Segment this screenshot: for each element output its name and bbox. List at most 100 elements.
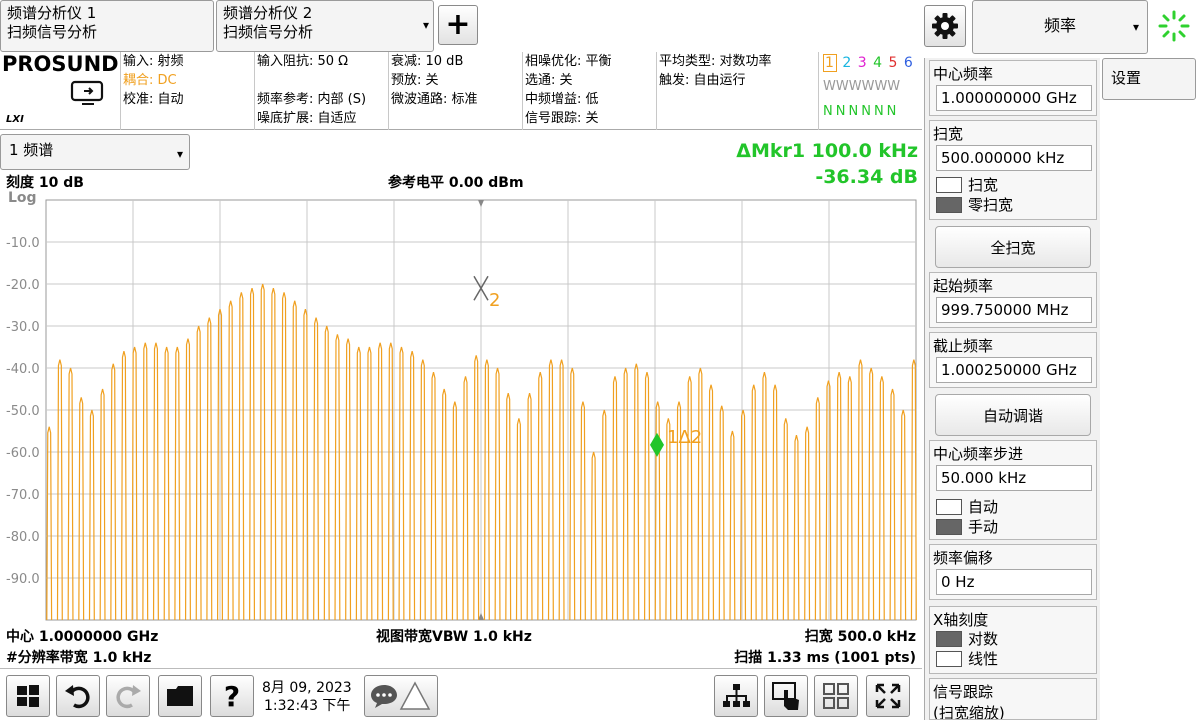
signal-track-softkey[interactable]: 信号跟踪 (扫宽缩放)	[929, 678, 1097, 720]
scale-label: 刻度 10 dB	[6, 175, 84, 191]
span-softkey[interactable]: 扫宽 500.000000 kHz 扫宽 零扫宽	[929, 120, 1097, 220]
tab-analyzer-1[interactable]: 频谱分析仪 1 扫频信号分析	[0, 0, 214, 52]
info-calibration: 校准: 自动	[123, 92, 184, 107]
signal-track-title: 信号跟踪	[933, 683, 994, 701]
stop-freq-input[interactable]: 1.000250000 GHz	[936, 357, 1092, 383]
info-coupling: 耦合: DC	[123, 73, 177, 88]
settings-button[interactable]	[924, 5, 966, 47]
expand-arrows-icon	[875, 683, 901, 709]
brand-logo: PROSUND LXI	[0, 52, 120, 130]
radio-off-icon	[936, 499, 962, 515]
tab-analyzer-2[interactable]: 频谱分析仪 2 扫频信号分析 ▾	[216, 0, 434, 52]
info-mw-path: 微波通路: 标准	[391, 92, 478, 107]
messages-button[interactable]	[364, 675, 438, 717]
trace-det-1: N	[823, 104, 836, 119]
gear-icon	[932, 13, 958, 39]
cf-step-option-auto-label: 自动	[968, 498, 999, 516]
radio-on-icon	[936, 631, 962, 647]
x-scale-option-linear[interactable]: 线性	[936, 649, 998, 669]
x-scale-option-log[interactable]: 对数	[936, 629, 998, 649]
add-tab-button[interactable]: +	[438, 5, 478, 45]
trace-num-1: 1	[823, 54, 837, 72]
center-freq-title: 中心频率	[933, 65, 994, 83]
chevron-down-icon: ▾	[422, 18, 429, 32]
windows-icon	[17, 685, 39, 707]
settings-tab-button[interactable]: 设置	[1102, 58, 1196, 100]
chat-bubble-icon	[371, 685, 397, 708]
touch-button[interactable]	[764, 675, 808, 717]
span-option-zero[interactable]: 零扫宽	[936, 195, 1013, 215]
frequency-menu-dropdown[interactable]: 频率 ▾	[972, 0, 1148, 54]
tab-analyzer-1-subtitle: 扫频信号分析	[7, 23, 98, 41]
grid-layout-icon	[823, 683, 849, 709]
trace-indicator[interactable]: 1 2 3 4 5 6 WWWWWW NNNNNN	[818, 52, 922, 130]
warning-triangle-icon	[399, 681, 431, 710]
radio-off-icon	[936, 177, 962, 193]
undo-icon	[65, 685, 90, 709]
start-freq-input[interactable]: 999.750000 MHz	[936, 297, 1092, 323]
tab-analyzer-2-title: 频谱分析仪 2	[223, 4, 313, 22]
tab-analyzer-2-subtitle: 扫频信号分析	[223, 23, 314, 41]
info-preamp: 预放: 关	[391, 73, 439, 88]
cf-step-option-auto[interactable]: 自动	[936, 497, 998, 517]
info-atten: 衰减: 10 dB	[391, 54, 464, 69]
info-avg-type: 平均类型: 对数功率	[659, 54, 772, 69]
span-input[interactable]: 500.000000 kHz	[936, 145, 1092, 171]
cf-step-softkey[interactable]: 中心频率步进 50.000 kHz 自动 手动	[929, 440, 1097, 540]
y-tick-label: -10.0	[6, 236, 40, 251]
network-button[interactable]	[714, 675, 758, 717]
x-scale-softkey[interactable]: X轴刻度 对数 线性	[929, 606, 1097, 674]
full-span-button[interactable]: 全扫宽	[935, 226, 1091, 268]
trace-det-6: N	[886, 104, 900, 119]
radio-on-icon	[936, 519, 962, 535]
cf-step-option-manual-label: 手动	[968, 518, 999, 536]
center-freq-input[interactable]: 1.000000000 GHz	[936, 85, 1092, 111]
multi-window-button[interactable]	[814, 675, 858, 717]
span-option-swept[interactable]: 扫宽	[936, 175, 998, 195]
trace-det-3: N	[848, 104, 862, 119]
span-label: 扫宽 500.0 kHz	[804, 629, 916, 645]
plus-icon: +	[445, 7, 471, 42]
bottom-toolbar: ? 8月 09, 2023 1:32:43 下午	[0, 668, 922, 720]
frequency-softkey-panel: 中心频率 1.000000000 GHz 扫宽 500.000000 kHz 扫…	[924, 58, 1100, 720]
help-button[interactable]: ?	[210, 675, 254, 717]
auto-tune-button[interactable]: 自动调谐	[935, 394, 1091, 436]
center-freq-softkey[interactable]: 中心频率 1.000000000 GHz	[929, 60, 1097, 116]
window-select-dropdown[interactable]: 1 频谱 ▾	[0, 134, 190, 170]
cf-step-option-manual[interactable]: 手动	[936, 517, 998, 537]
trace-num-2: 2	[842, 55, 853, 71]
info-freq-ref: 频率参考: 内部 (S)	[257, 92, 367, 107]
sweep-label: 扫描 1.33 ms (1001 pts)	[734, 650, 916, 666]
remote-monitor-icon[interactable]	[70, 80, 106, 106]
fullscreen-button[interactable]	[866, 675, 910, 717]
windows-start-button[interactable]	[6, 675, 50, 717]
span-title: 扫宽	[933, 125, 964, 143]
measurement-info-bar: PROSUND LXI 输入: 射频 耦合: DC 校准: 自动 输入阻抗: 5…	[0, 52, 922, 130]
freq-offset-input[interactable]: 0 Hz	[936, 569, 1092, 595]
trace-det-5: N	[873, 104, 887, 119]
freq-offset-softkey[interactable]: 频率偏移 0 Hz	[929, 544, 1097, 600]
undo-button[interactable]	[56, 675, 100, 717]
y-tick-label: -70.0	[6, 488, 40, 503]
info-blank	[257, 71, 388, 90]
info-input: 输入: 射频 耦合: DC 校准: 自动	[120, 52, 254, 130]
frequency-menu-label: 频率	[1043, 16, 1076, 35]
spectrum-plot[interactable]: -10.0 -20.0 -30.0 -40.0 -50.0 -60.0 -70.0 -80.0…	[0, 196, 922, 626]
start-freq-softkey[interactable]: 起始频率 999.750000 MHz	[929, 272, 1097, 328]
y-tick-label: -20.0	[6, 278, 40, 293]
network-icon	[723, 684, 750, 707]
file-manager-button[interactable]	[158, 675, 202, 717]
trace-type-6: W	[887, 79, 901, 94]
trace-type-1: W	[823, 79, 836, 94]
trace-num-4: 4	[873, 55, 884, 71]
trace-type-2: W	[835, 79, 849, 94]
ref-level-label: 参考电平 0.00 dBm	[388, 175, 524, 191]
redo-button[interactable]	[106, 675, 150, 717]
rbw-label: #分辨率带宽 1.0 kHz	[6, 650, 152, 666]
x-scale-title: X轴刻度	[933, 611, 989, 629]
info-attenuation: 衰减: 10 dB 预放: 关 微波通路: 标准	[388, 52, 522, 130]
cf-step-input[interactable]: 50.000 kHz	[936, 465, 1092, 491]
info-input-impedance: 输入阻抗: 50 Ω	[257, 54, 349, 69]
stop-freq-softkey[interactable]: 截止频率 1.000250000 GHz	[929, 332, 1097, 388]
span-option-swept-label: 扫宽	[968, 176, 999, 194]
